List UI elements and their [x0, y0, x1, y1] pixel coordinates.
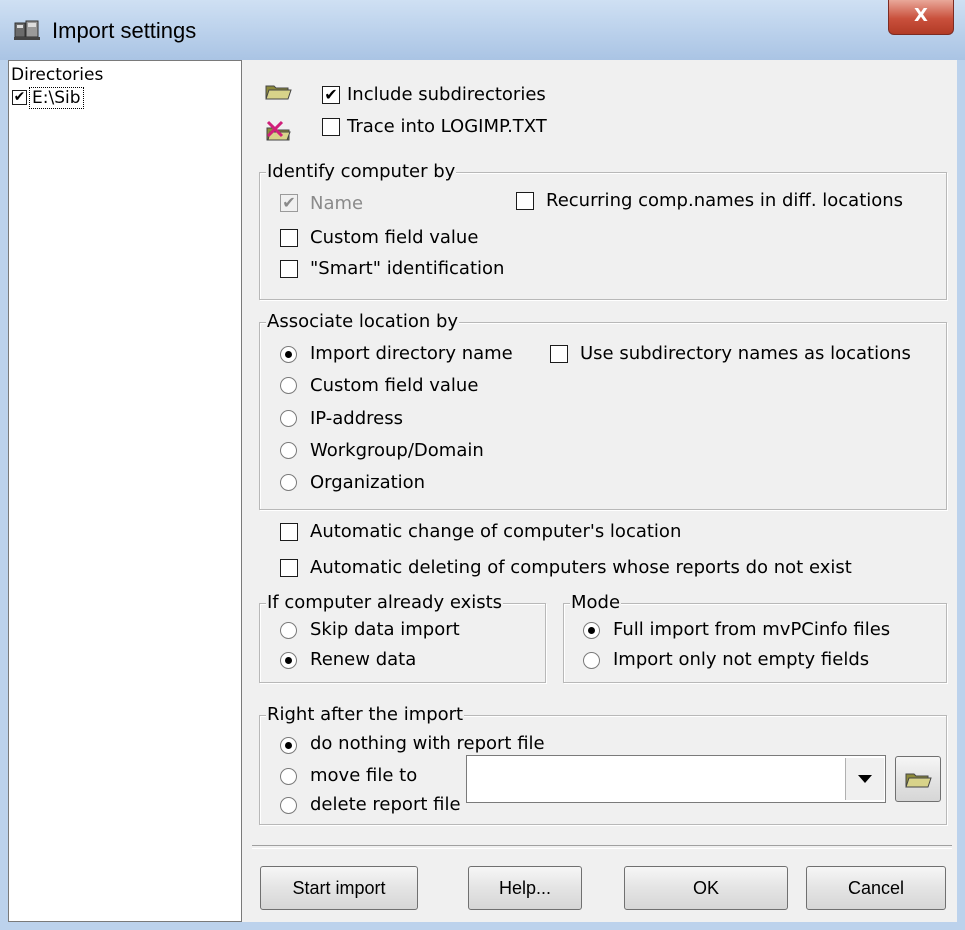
- directory-item-label[interactable]: E:\Sib: [29, 87, 84, 109]
- move-path-combobox[interactable]: [466, 755, 886, 803]
- trace-log-checkbox[interactable]: [322, 118, 340, 136]
- identify-group-title: Identify computer by: [266, 161, 457, 182]
- mode-group-title: Mode: [570, 592, 622, 613]
- recurring-names-checkbox[interactable]: [516, 192, 534, 210]
- skip-data-import-radio[interactable]: [280, 622, 297, 639]
- location-custom-field-label: Custom field value: [310, 375, 479, 396]
- cancel-button[interactable]: Cancel: [806, 866, 946, 910]
- window-frame-bottom: [0, 922, 965, 930]
- location-ip-radio[interactable]: [280, 410, 297, 427]
- full-import-label: Full import from mvPCinfo files: [613, 619, 891, 640]
- identify-custom-field-checkbox[interactable]: [280, 229, 298, 247]
- delete-report-radio[interactable]: [280, 797, 297, 814]
- auto-change-location-checkbox[interactable]: [280, 523, 298, 541]
- window-title: Import settings: [52, 18, 197, 43]
- folder-delete-icon[interactable]: [265, 118, 293, 144]
- exists-group-title: If computer already exists: [266, 592, 504, 613]
- start-import-button[interactable]: Start import: [260, 866, 418, 910]
- renew-data-radio[interactable]: [280, 652, 297, 669]
- directory-checkbox[interactable]: ✔: [12, 90, 27, 105]
- location-import-dir-radio[interactable]: [280, 346, 297, 363]
- use-subdir-label: Use subdirectory names as locations: [580, 343, 911, 364]
- include-subdirectories-label: Include subdirectories: [347, 84, 546, 105]
- recurring-names-label: Recurring comp.names in diff. locations: [546, 190, 904, 211]
- button-divider: [252, 845, 952, 849]
- renew-data-label: Renew data: [310, 649, 417, 670]
- window-frame-right: [957, 60, 965, 930]
- location-custom-field-radio[interactable]: [280, 377, 297, 394]
- auto-change-location-label: Automatic change of computer's location: [310, 521, 682, 542]
- title-bar: Import settings X: [0, 0, 965, 60]
- not-empty-fields-label: Import only not empty fields: [613, 649, 870, 670]
- skip-data-import-label: Skip data import: [310, 619, 460, 640]
- location-ip-label: IP-address: [310, 408, 403, 429]
- location-organization-label: Organization: [310, 472, 426, 493]
- auto-delete-computers-checkbox[interactable]: [280, 559, 298, 577]
- chevron-down-icon: [858, 775, 872, 783]
- move-file-radio[interactable]: [280, 768, 297, 785]
- move-file-label: move file to: [310, 765, 418, 786]
- identify-name-label: Name: [310, 193, 364, 214]
- close-button[interactable]: X: [888, 0, 954, 35]
- full-import-radio[interactable]: [583, 622, 600, 639]
- location-organization-radio[interactable]: [280, 474, 297, 491]
- directories-header: Directories: [11, 65, 104, 85]
- window-frame-left: [0, 60, 8, 930]
- app-icon: [14, 20, 40, 40]
- smart-identification-label: "Smart" identification: [310, 258, 505, 279]
- after-import-group-title: Right after the import: [266, 704, 465, 725]
- mode-group: Mode: [563, 592, 947, 683]
- computer-exists-group: If computer already exists: [259, 592, 546, 683]
- browse-folder-button[interactable]: [895, 756, 941, 802]
- not-empty-fields-radio[interactable]: [583, 652, 600, 669]
- location-workgroup-radio[interactable]: [280, 442, 297, 459]
- do-nothing-label: do nothing with report file: [310, 733, 545, 754]
- delete-report-label: delete report file: [310, 794, 461, 815]
- associate-group-title: Associate location by: [266, 311, 460, 332]
- move-path-dropdown-button[interactable]: [845, 758, 884, 800]
- identify-name-checkbox: ✔: [280, 194, 298, 212]
- location-import-dir-label: Import directory name: [310, 343, 513, 364]
- help-button[interactable]: Help...: [468, 866, 582, 910]
- auto-delete-computers-label: Automatic deleting of computers whose re…: [310, 557, 852, 578]
- location-workgroup-label: Workgroup/Domain: [310, 440, 484, 461]
- trace-log-label: Trace into LOGIMP.TXT: [347, 116, 547, 137]
- directories-panel[interactable]: Directories ✔ E:\Sib: [8, 60, 242, 922]
- open-folder-icon: [905, 773, 932, 788]
- open-folder-icon[interactable]: [265, 82, 293, 100]
- identify-custom-field-label: Custom field value: [310, 227, 479, 248]
- use-subdir-checkbox[interactable]: [550, 345, 568, 363]
- include-subdirectories-checkbox[interactable]: ✔: [322, 86, 340, 104]
- smart-identification-checkbox[interactable]: [280, 260, 298, 278]
- do-nothing-radio[interactable]: [280, 737, 297, 754]
- ok-button[interactable]: OK: [624, 866, 788, 910]
